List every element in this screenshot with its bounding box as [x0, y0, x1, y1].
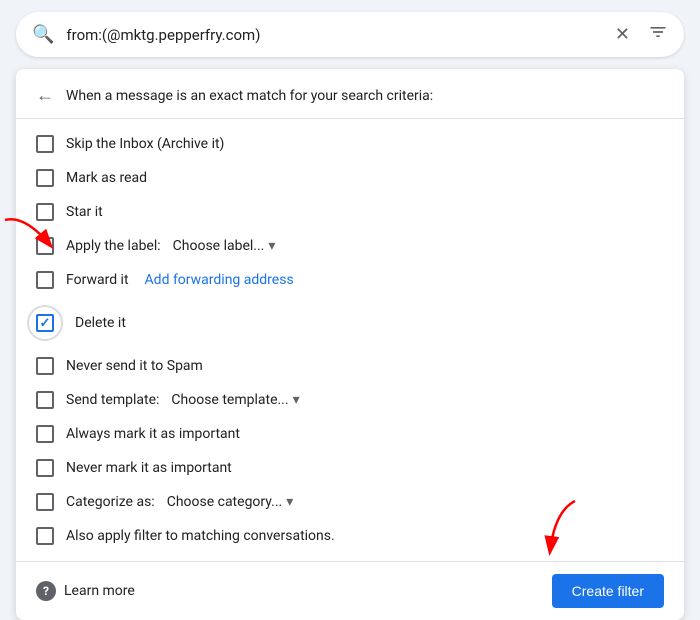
search-icon: 🔍: [32, 24, 54, 45]
option-apply-label[interactable]: Apply the label: Choose label... ▾: [16, 229, 684, 263]
label-categorize: Categorize as:: [66, 494, 155, 510]
send-template-dropdown[interactable]: Choose template... ▾: [171, 392, 299, 408]
learn-more-wrap: ? Learn more: [36, 581, 135, 601]
label-apply-label: Apply the label:: [66, 238, 161, 254]
checkbox-apply-label[interactable]: [36, 237, 54, 255]
option-send-template[interactable]: Send template: Choose template... ▾: [16, 383, 684, 417]
dialog-footer: ? Learn more Create filter: [16, 561, 684, 620]
label-never-important: Never mark it as important: [66, 460, 232, 476]
search-bar[interactable]: 🔍 from:(@mktg.pepperfry.com) ✕: [16, 12, 684, 57]
checkbox-skip-inbox[interactable]: [36, 135, 54, 153]
option-categorize[interactable]: Categorize as: Choose category... ▾: [16, 485, 684, 519]
send-template-dropdown-text: Choose template...: [171, 392, 288, 408]
label-delete-it: Delete it: [75, 315, 126, 331]
checkbox-always-important[interactable]: [36, 425, 54, 443]
label-forward-it: Forward it: [66, 272, 129, 288]
learn-more-link[interactable]: Learn more: [64, 583, 135, 599]
checkbox-star-it[interactable]: [36, 203, 54, 221]
label-star-it: Star it: [66, 204, 103, 220]
dialog-title: When a message is an exact match for you…: [66, 88, 433, 104]
checkbox-also-apply[interactable]: [36, 527, 54, 545]
apply-label-dropdown[interactable]: Choose label... ▾: [173, 238, 276, 254]
option-also-apply[interactable]: Also apply filter to matching conversati…: [16, 519, 684, 553]
back-button[interactable]: ←: [36, 85, 54, 106]
label-never-spam: Never send it to Spam: [66, 358, 203, 374]
option-never-spam[interactable]: Never send it to Spam: [16, 349, 684, 383]
checkbox-categorize[interactable]: [36, 493, 54, 511]
label-skip-inbox: Skip the Inbox (Archive it): [66, 136, 224, 152]
checkbox-mark-read[interactable]: [36, 169, 54, 187]
checkbox-never-important[interactable]: [36, 459, 54, 477]
option-always-important[interactable]: Always mark it as important: [16, 417, 684, 451]
options-list: Skip the Inbox (Archive it) Mark as read…: [16, 119, 684, 561]
dialog-header: ← When a message is an exact match for y…: [16, 69, 684, 119]
option-mark-read[interactable]: Mark as read: [16, 161, 684, 195]
send-template-dropdown-arrow[interactable]: ▾: [293, 392, 300, 408]
categorize-dropdown-arrow[interactable]: ▾: [286, 494, 293, 510]
checkbox-send-template[interactable]: [36, 391, 54, 409]
categorize-dropdown[interactable]: Choose category... ▾: [167, 494, 294, 510]
add-forwarding-address-link[interactable]: Add forwarding address: [145, 272, 294, 288]
checkbox-forward-it[interactable]: [36, 271, 54, 289]
option-star-it[interactable]: Star it: [16, 195, 684, 229]
categorize-dropdown-text: Choose category...: [167, 494, 283, 510]
option-never-important[interactable]: Never mark it as important: [16, 451, 684, 485]
option-skip-inbox[interactable]: Skip the Inbox (Archive it): [16, 127, 684, 161]
search-query: from:(@mktg.pepperfry.com): [66, 26, 596, 44]
apply-label-dropdown-text: Choose label...: [173, 238, 265, 254]
label-always-important: Always mark it as important: [66, 426, 240, 442]
checkbox-delete-it-inner[interactable]: [36, 314, 54, 332]
checkbox-circle-delete-it[interactable]: [27, 305, 63, 341]
help-icon[interactable]: ?: [36, 581, 56, 601]
apply-label-dropdown-arrow[interactable]: ▾: [268, 238, 275, 254]
option-delete-it[interactable]: Delete it: [16, 297, 684, 349]
option-forward-it[interactable]: Forward it Add forwarding address: [16, 263, 684, 297]
search-close-button[interactable]: ✕: [609, 22, 636, 47]
checkbox-never-spam[interactable]: [36, 357, 54, 375]
label-also-apply: Also apply filter to matching conversati…: [66, 528, 335, 544]
filter-dialog: ← When a message is an exact match for y…: [16, 69, 684, 620]
label-send-template: Send template:: [66, 392, 159, 408]
create-filter-button[interactable]: Create filter: [552, 574, 664, 608]
search-tune-button[interactable]: [648, 22, 668, 47]
label-mark-read: Mark as read: [66, 170, 147, 186]
